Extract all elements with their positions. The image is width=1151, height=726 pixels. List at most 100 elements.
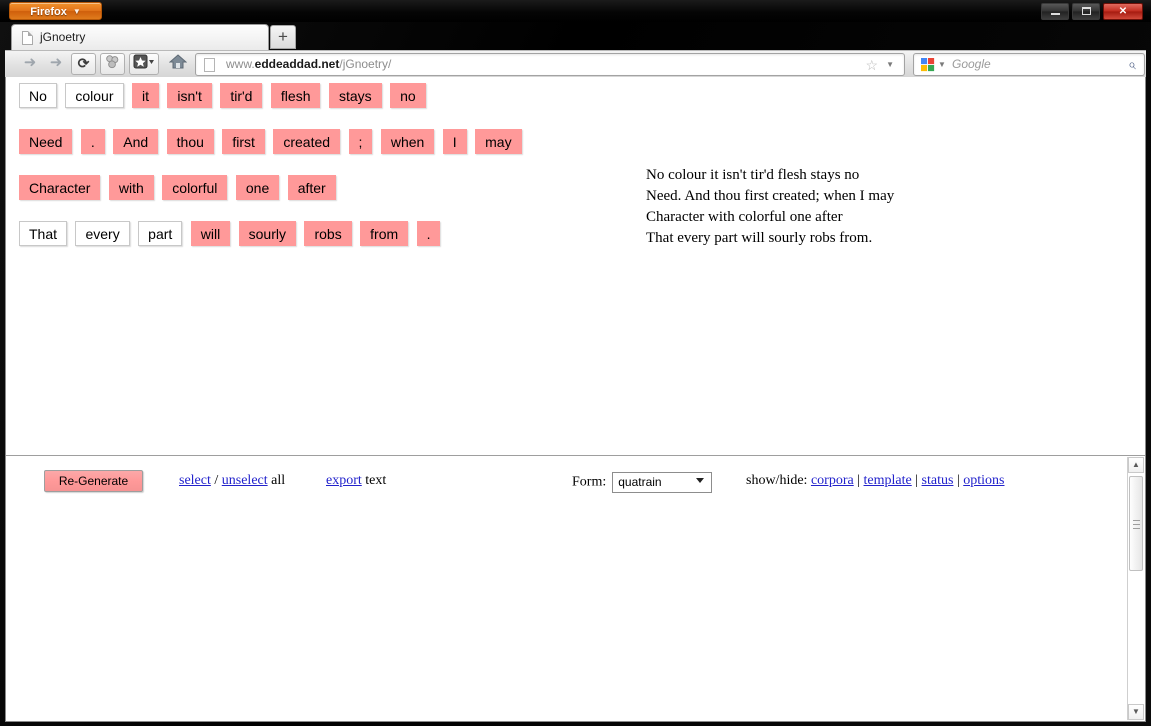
word-tile[interactable]: That — [19, 221, 67, 246]
form-label: Form: — [572, 475, 606, 490]
word-tile[interactable]: ; — [349, 129, 373, 154]
form-select[interactable]: quatrain — [612, 472, 712, 493]
bookmark-star-icon[interactable]: ☆ — [865, 57, 878, 74]
chevron-down-icon — [696, 478, 704, 483]
showhide-separator: | — [854, 473, 864, 488]
page-icon — [22, 31, 33, 45]
word-tile[interactable]: will — [191, 221, 230, 246]
showhide-options-link[interactable]: options — [963, 473, 1004, 488]
word-tile[interactable]: colour — [65, 83, 123, 108]
showhide-label: show/hide: — [746, 473, 807, 488]
word-tile[interactable]: I — [443, 129, 467, 154]
word-tile[interactable]: stays — [329, 83, 382, 108]
regenerate-button[interactable]: Re-Generate — [44, 470, 143, 492]
search-input[interactable]: Google — [952, 57, 991, 71]
word-tile[interactable]: no — [390, 83, 426, 108]
word-tile[interactable]: . — [81, 129, 105, 154]
word-tile[interactable]: And — [113, 129, 158, 154]
tile-row: Need . And thou first created ; when I m… — [19, 129, 526, 175]
word-tile[interactable]: first — [222, 129, 265, 154]
word-tile[interactable]: sourly — [239, 221, 296, 246]
word-tile[interactable]: created — [273, 129, 340, 154]
showhide-template-link[interactable]: template — [864, 473, 912, 488]
browser-tab-jgnoetry[interactable]: jGnoetry — [11, 24, 269, 51]
word-tile[interactable]: it — [132, 83, 159, 108]
control-pane-scrollbar[interactable]: ▲ ▼ — [1127, 457, 1145, 720]
regenerate-label: Re-Generate — [59, 474, 128, 488]
showhide-status-link[interactable]: status — [922, 473, 954, 488]
bookmarks-button[interactable] — [129, 53, 159, 75]
word-tile[interactable]: Character — [19, 175, 100, 200]
form-controls: Form: quatrain — [572, 472, 712, 493]
word-tile[interactable]: when — [381, 129, 434, 154]
select-all-link[interactable]: select — [179, 473, 211, 488]
tab-title: jGnoetry — [40, 30, 85, 44]
word-tile[interactable]: colorful — [162, 175, 227, 200]
page-identity-icon — [204, 58, 215, 72]
chevron-down-icon: ▼ — [73, 3, 81, 21]
window-maximize-button[interactable] — [1072, 3, 1100, 20]
back-button[interactable]: ➜ — [17, 53, 43, 75]
word-tile[interactable]: one — [236, 175, 279, 200]
new-tab-button[interactable]: + — [270, 25, 296, 49]
tile-row: Character with colorful one after — [19, 175, 526, 221]
word-tile[interactable]: part — [138, 221, 182, 246]
word-tile[interactable]: may — [475, 129, 521, 154]
poem-line: Need. And thou first created; when I may — [646, 186, 894, 207]
form-select-value: quatrain — [618, 475, 661, 489]
word-tile[interactable]: with — [109, 175, 154, 200]
tile-row: That every part will sourly robs from . — [19, 221, 526, 267]
feed-subscribe-button[interactable] — [100, 53, 125, 75]
firefox-menu-label: Firefox — [30, 6, 67, 18]
firefox-menu-button[interactable]: Firefox ▼ — [9, 2, 102, 20]
desktop-background: Firefox ▼ ✕ jGnoetry + ➜ — [0, 0, 1151, 726]
word-tile[interactable]: . — [417, 221, 441, 246]
showhide-separator: | — [953, 473, 963, 488]
chevron-down-icon[interactable]: ▼ — [886, 60, 894, 69]
word-tile[interactable]: isn't — [167, 83, 211, 108]
minimize-icon — [1051, 13, 1060, 15]
home-icon — [169, 53, 187, 70]
word-tile[interactable]: flesh — [271, 83, 321, 108]
word-tile[interactable]: from — [360, 221, 408, 246]
tile-row: No colour it isn't tir'd flesh stays no — [19, 83, 526, 129]
address-bar[interactable]: www.eddeaddad.net/jGnoetry/ ☆ ▼ — [195, 53, 905, 76]
control-pane-inner: Re-Generate select / unselect all export… — [6, 457, 1128, 720]
caret-down-icon: ▼ — [1132, 707, 1140, 716]
home-button[interactable] — [165, 53, 191, 75]
google-icon — [921, 58, 935, 72]
window-minimize-button[interactable] — [1041, 3, 1069, 20]
word-tile[interactable]: Need — [19, 129, 72, 154]
showhide-controls: show/hide: corpora | template | status |… — [746, 473, 1004, 489]
reload-icon: ⟳ — [78, 55, 90, 71]
poem-line: That every part will sourly robs from. — [646, 228, 894, 249]
arrow-left-icon: ➜ — [24, 54, 37, 71]
caret-up-icon: ▲ — [1132, 460, 1140, 469]
export-controls: export text — [326, 473, 386, 489]
word-tile[interactable]: robs — [304, 221, 351, 246]
word-tile[interactable]: after — [288, 175, 336, 200]
search-bar[interactable]: ▼ Google ⌕ — [913, 53, 1145, 76]
search-icon[interactable]: ⌕ — [1128, 56, 1136, 73]
reload-button[interactable]: ⟳ — [71, 53, 96, 75]
url-prefix: www. — [226, 57, 255, 71]
control-pane: Re-Generate select / unselect all export… — [6, 457, 1145, 720]
window-close-button[interactable]: ✕ — [1103, 3, 1143, 20]
unselect-all-link[interactable]: unselect — [222, 473, 268, 488]
word-tile[interactable]: every — [75, 221, 129, 246]
firefox-browser-window: Firefox ▼ ✕ jGnoetry + ➜ — [0, 0, 1151, 726]
scrollbar-thumb[interactable] — [1129, 476, 1143, 571]
export-link[interactable]: export — [326, 473, 362, 488]
close-icon: ✕ — [1119, 6, 1127, 17]
chevron-down-icon[interactable]: ▼ — [938, 60, 946, 69]
showhide-corpora-link[interactable]: corpora — [811, 473, 854, 488]
forward-button[interactable]: ➜ — [43, 53, 69, 75]
word-tile[interactable]: thou — [167, 129, 214, 154]
word-tile[interactable]: tir'd — [220, 83, 262, 108]
export-suffix: text — [362, 473, 387, 488]
poem-line: No colour it isn't tir'd flesh stays no — [646, 165, 894, 186]
word-tile[interactable]: No — [19, 83, 57, 108]
poem-workspace: No colour it isn't tir'd flesh stays no … — [6, 77, 1145, 456]
scroll-up-button[interactable]: ▲ — [1128, 457, 1144, 473]
scroll-down-button[interactable]: ▼ — [1128, 704, 1144, 720]
